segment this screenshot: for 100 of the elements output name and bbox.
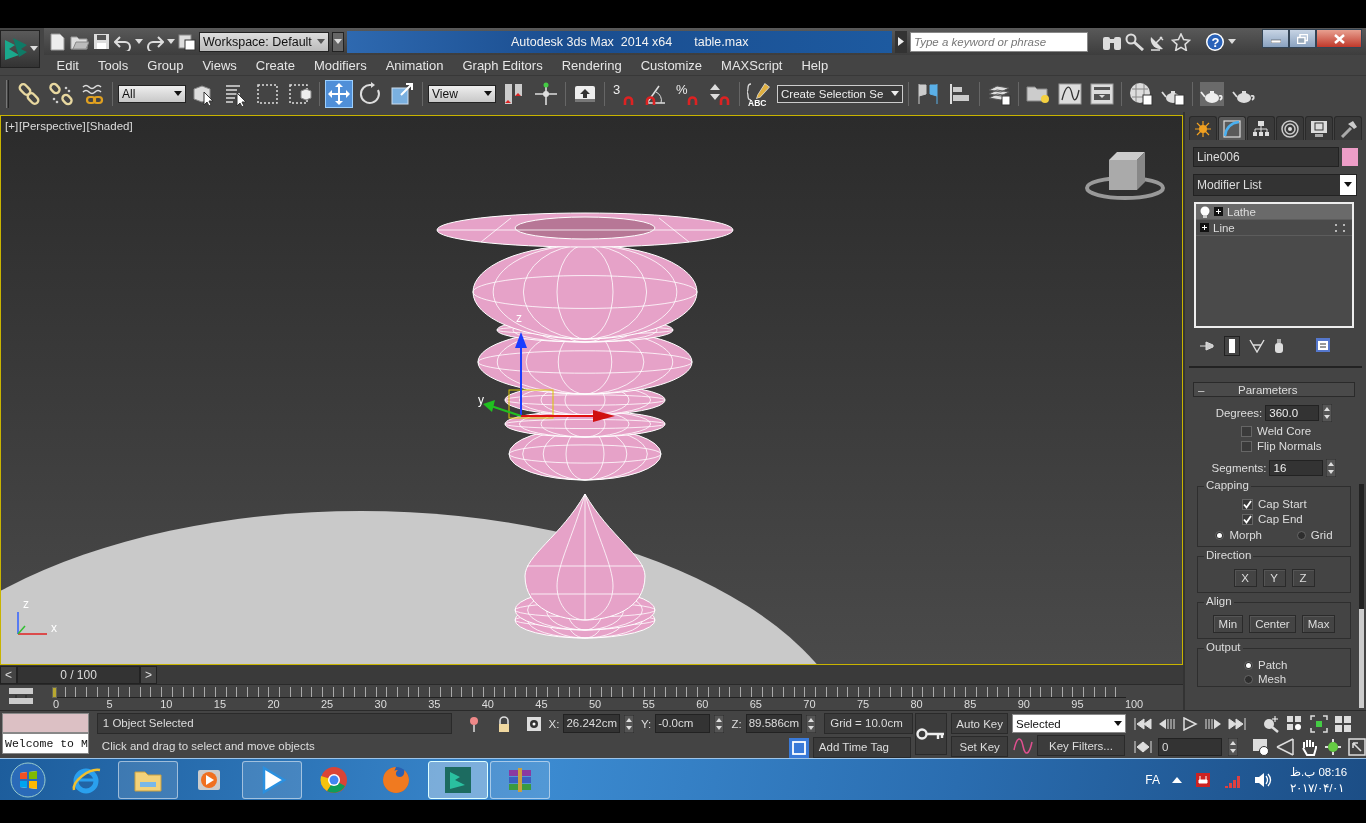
next-frame-button[interactable]: > <box>140 665 157 684</box>
coordinate-field[interactable]: 89.586cm <box>745 714 803 733</box>
caret-icon[interactable] <box>484 91 492 97</box>
expand-icon[interactable] <box>1200 223 1209 232</box>
menu-item[interactable]: Group <box>137 57 193 73</box>
option-button[interactable]: X <box>1233 569 1257 587</box>
absolute-mode-icon[interactable] <box>524 715 543 732</box>
caret-icon[interactable] <box>135 38 143 45</box>
window-crossing-icon[interactable] <box>288 82 312 106</box>
coordinate-field[interactable]: 26.242cm <box>563 714 620 733</box>
help-icon[interactable]: ? <box>1205 31 1225 52</box>
star-icon[interactable] <box>1171 32 1191 51</box>
panel-tab[interactable] <box>1247 116 1275 140</box>
radio-button[interactable] <box>1296 530 1306 540</box>
zoom-extents-icon[interactable] <box>1310 714 1328 733</box>
spinner-snap-icon[interactable] <box>708 82 732 106</box>
mirror-icon[interactable] <box>916 82 940 106</box>
option-button[interactable]: Max <box>1301 615 1336 633</box>
taskbar-button[interactable] <box>428 760 488 799</box>
radio-button[interactable] <box>1244 674 1253 684</box>
menu-item[interactable]: Modifiers <box>304 57 377 73</box>
modifier-list-dropdown[interactable]: Modifier List <box>1193 174 1357 196</box>
previous-frame-icon[interactable] <box>1158 716 1176 731</box>
search-field[interactable]: Type a keyword or phrase <box>910 31 1088 52</box>
viewport-label[interactable]: [Shaded] <box>86 120 133 132</box>
auto-key-button[interactable]: Auto Key <box>951 713 1008 734</box>
menu-item[interactable]: Animation <box>376 57 453 73</box>
scale-icon[interactable] <box>391 82 415 106</box>
viewport-label[interactable]: [Perspective] <box>19 120 86 132</box>
menu-item[interactable]: Graph Editors <box>452 57 553 73</box>
rollout-header[interactable]: – Parameters <box>1193 382 1355 397</box>
material-editor-icon[interactable] <box>1129 82 1153 106</box>
expand-icon[interactable] <box>1214 207 1223 216</box>
rendered-frame-icon[interactable] <box>1200 82 1224 106</box>
modifier-stack[interactable]: Lathe Line <box>1194 202 1354 328</box>
restore-button[interactable] <box>1289 29 1316 48</box>
dropdown-button[interactable] <box>332 31 344 52</box>
language-indicator[interactable]: FA <box>1145 772 1160 787</box>
caret-icon[interactable] <box>29 46 38 52</box>
caret-icon[interactable] <box>1114 720 1122 727</box>
zoom-extents-all-icon[interactable] <box>1334 714 1352 733</box>
radio-button[interactable] <box>1215 530 1225 540</box>
checkbox[interactable] <box>1241 440 1252 452</box>
key-mode-dropdown[interactable]: Selected <box>1012 714 1126 733</box>
dropdown[interactable]: View <box>428 85 496 103</box>
save-icon[interactable] <box>92 32 111 51</box>
collapse-toggle[interactable]: – <box>1194 383 1208 396</box>
named-selection-dropdown[interactable]: Create Selection Se <box>777 85 903 103</box>
view-cube-icon[interactable] <box>1085 152 1165 200</box>
panel-tab[interactable] <box>1305 116 1333 140</box>
menu-item[interactable]: MAXScript <box>711 57 792 73</box>
unlink-icon[interactable] <box>49 82 73 106</box>
time-configuration-icon[interactable] <box>1252 738 1270 757</box>
go-to-start-icon[interactable] <box>1134 716 1152 731</box>
select-by-name-icon[interactable] <box>224 82 248 106</box>
isolate-icon[interactable] <box>788 737 809 758</box>
key-mode-icon[interactable] <box>1134 740 1152 755</box>
volume-icon[interactable] <box>1254 771 1272 788</box>
menu-item[interactable]: Customize <box>631 57 712 73</box>
maxscript-listener-field[interactable] <box>2 713 89 733</box>
option-button[interactable]: Y <box>1262 569 1286 587</box>
option-button[interactable]: Z <box>1291 569 1315 587</box>
caret-icon[interactable] <box>1344 182 1352 188</box>
checkbox[interactable] <box>1242 513 1253 525</box>
viewport-label[interactable]: [+] <box>5 120 19 132</box>
light-bulb-icon[interactable] <box>1200 205 1210 218</box>
show-hidden-icons-icon[interactable] <box>1172 776 1182 783</box>
caret-icon[interactable] <box>1228 38 1236 45</box>
caret-icon[interactable] <box>174 91 182 97</box>
curve-editor-icon[interactable] <box>1058 82 1082 106</box>
caret-icon[interactable] <box>167 38 175 45</box>
pin-stack-icon[interactable] <box>1199 339 1215 353</box>
degrees-field[interactable]: 360.0 <box>1265 405 1320 421</box>
play-icon[interactable] <box>1182 716 1198 731</box>
key-filters-button[interactable]: Key Filters... <box>1037 735 1125 756</box>
new-file-icon[interactable] <box>48 32 67 51</box>
link-icon[interactable] <box>17 82 41 106</box>
workspace-dropdown[interactable]: Workspace: Default <box>199 31 329 52</box>
set-key-button[interactable] <box>914 713 948 755</box>
menu-item[interactable]: Views <box>192 57 247 73</box>
minimize-button[interactable] <box>1262 29 1289 48</box>
time-tag-button[interactable]: Add Time Tag <box>812 737 911 758</box>
rotate-icon[interactable] <box>359 82 383 106</box>
segments-field[interactable]: 16 <box>1269 460 1324 476</box>
bind-icon[interactable] <box>81 82 105 106</box>
checkbox[interactable] <box>1241 425 1252 437</box>
expand-search-button[interactable] <box>895 30 907 53</box>
spinner[interactable] <box>1228 738 1238 757</box>
close-button[interactable] <box>1316 29 1362 48</box>
modifier-stack-item[interactable]: Lathe <box>1196 204 1352 220</box>
coordinate-field[interactable]: -0.0cm <box>655 714 711 733</box>
menu-item[interactable]: Create <box>246 57 305 73</box>
application-button[interactable] <box>0 30 40 68</box>
zoom-icon[interactable] <box>1262 714 1280 733</box>
menu-item[interactable]: Tools <box>88 57 138 73</box>
select-object-icon[interactable] <box>192 82 216 106</box>
panel-tab[interactable] <box>1218 116 1246 140</box>
menu-item[interactable]: Help <box>792 57 838 73</box>
clock-date[interactable]: ۲۰۱۷/۰۴/۰۱ <box>1290 779 1345 796</box>
spinner[interactable] <box>1322 404 1333 422</box>
